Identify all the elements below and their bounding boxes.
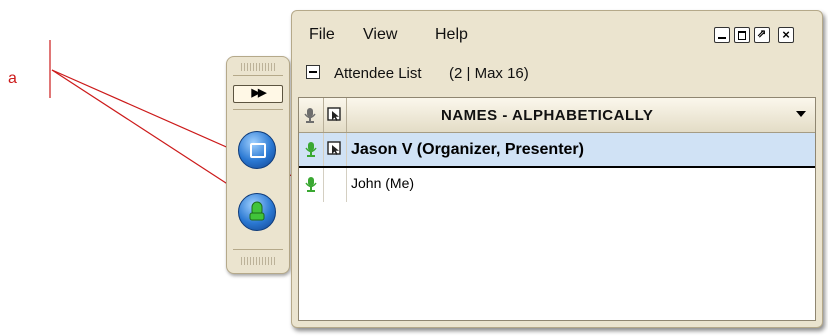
collapse-button[interactable] bbox=[306, 65, 320, 79]
attendee-name: Jason V (Organizer, Presenter) bbox=[351, 141, 584, 158]
drag-grip-bottom[interactable] bbox=[241, 257, 275, 265]
annotation-pointer-2 bbox=[51, 69, 247, 197]
menu-help[interactable]: Help bbox=[435, 26, 468, 44]
attendee-row[interactable]: John (Me) bbox=[299, 168, 815, 202]
divider bbox=[233, 75, 283, 76]
close-button[interactable]: × bbox=[778, 27, 794, 43]
annotation-label: a bbox=[8, 70, 17, 87]
mic-cell bbox=[299, 168, 324, 202]
presenter-icon bbox=[327, 141, 341, 155]
attendee-window: File View Help ⇗ × Attendee List (2 | Ma… bbox=[291, 10, 823, 328]
sort-arrow-icon[interactable] bbox=[796, 111, 806, 117]
microphone-icon bbox=[305, 142, 317, 157]
attendee-row[interactable]: Jason V (Organizer, Presenter) bbox=[299, 133, 815, 168]
list-header: NAMES - ALPHABETICALLY bbox=[299, 98, 815, 133]
presenter-icon bbox=[327, 107, 341, 121]
expand-button[interactable]: ▶▶ bbox=[233, 85, 283, 103]
menu-file[interactable]: File bbox=[309, 26, 335, 44]
share-screen-button[interactable] bbox=[238, 131, 276, 169]
popout-icon: ⇗ bbox=[757, 28, 767, 40]
attendee-list: NAMES - ALPHABETICALLY Jason V (Organize… bbox=[298, 97, 816, 321]
control-panel: ▶▶ bbox=[226, 56, 290, 274]
mic-column-header[interactable] bbox=[299, 98, 324, 132]
mic-button-icon bbox=[249, 201, 265, 221]
divider bbox=[233, 249, 283, 250]
minimize-button[interactable] bbox=[714, 27, 730, 43]
divider bbox=[233, 109, 283, 110]
attendee-name: John (Me) bbox=[351, 175, 415, 191]
names-sort-header[interactable]: NAMES - ALPHABETICALLY bbox=[441, 107, 653, 124]
close-icon: × bbox=[782, 27, 790, 42]
mic-cell bbox=[299, 133, 324, 166]
share-screen-icon bbox=[250, 143, 266, 158]
attendee-panel-header: Attendee List (2 | Max 16) bbox=[298, 61, 816, 87]
panel-title: Attendee List bbox=[334, 65, 422, 82]
presenter-cell bbox=[324, 168, 347, 202]
popout-button[interactable]: ⇗ bbox=[754, 27, 770, 43]
microphone-icon bbox=[304, 108, 316, 123]
drag-grip-top[interactable] bbox=[241, 63, 275, 71]
maximize-button[interactable] bbox=[734, 27, 750, 43]
presenter-column-header[interactable] bbox=[324, 98, 347, 132]
menu-view[interactable]: View bbox=[363, 26, 397, 44]
attendee-count: (2 | Max 16) bbox=[449, 65, 529, 82]
presenter-cell bbox=[324, 133, 347, 166]
menu-bar: File View Help ⇗ × bbox=[292, 11, 822, 53]
mic-button[interactable] bbox=[238, 193, 276, 231]
microphone-icon bbox=[305, 177, 317, 192]
